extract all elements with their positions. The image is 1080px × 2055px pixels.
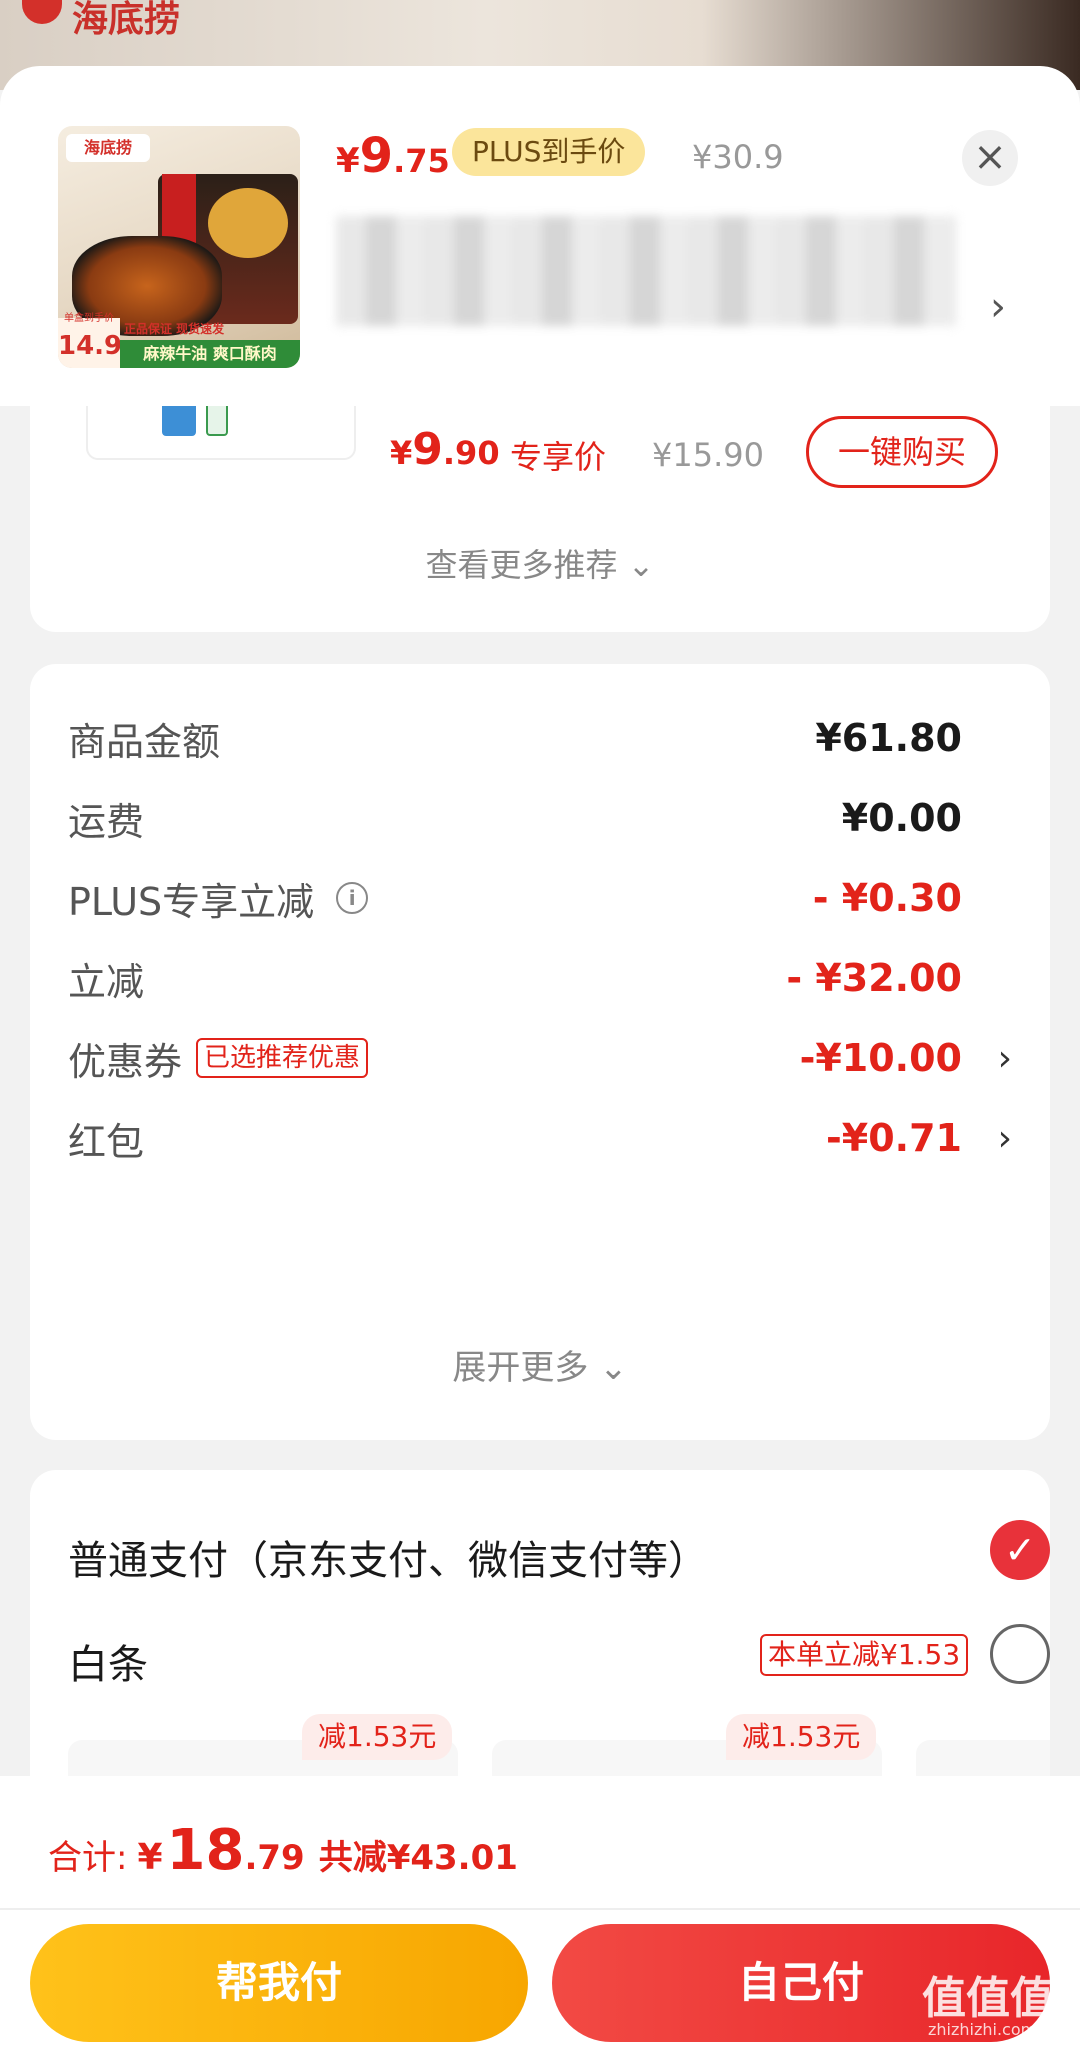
divider bbox=[0, 1908, 1080, 1910]
thumb-guarantee-text: 正品保证 现货速发 bbox=[124, 322, 225, 336]
product-title-blurred[interactable] bbox=[336, 216, 956, 326]
help-me-pay-button[interactable]: 帮我付 bbox=[30, 1924, 528, 2042]
one-click-buy-button[interactable]: 一键购买 bbox=[806, 416, 998, 488]
thumb-price-value: 14.9 bbox=[58, 331, 123, 361]
total-decimal: .79 bbox=[244, 1838, 305, 1878]
row-value: - ¥0.30 bbox=[812, 876, 962, 920]
product-popup-header: 海底捞 正品保证 现货速发 单盒到手价 14.9 麻辣牛油 爽口酥肉 ¥ 9 .… bbox=[0, 66, 1080, 406]
product-thumbnail[interactable]: 海底捞 正品保证 现货速发 单盒到手价 14.9 麻辣牛油 爽口酥肉 bbox=[58, 126, 300, 368]
order-total: 合计: ¥ 18 .79 共减¥43.01 bbox=[48, 1818, 518, 1883]
total-label: 合计: bbox=[48, 1838, 128, 1878]
total-integer: 18 bbox=[166, 1818, 245, 1883]
plus-price: ¥ 9 .75 bbox=[336, 128, 450, 184]
recommendation-card: ¥ 9 .90 专享价 ¥15.90 一键购买 查看更多推荐 ⌄ bbox=[30, 380, 1050, 632]
row-label: 商品金额 bbox=[68, 719, 221, 764]
price-integer: 9 bbox=[359, 128, 394, 184]
close-button[interactable]: × bbox=[962, 130, 1018, 186]
thumb-brand-logo: 海底捞 bbox=[66, 134, 150, 162]
plus-discount-row: PLUS专享立减 i - ¥0.30 bbox=[68, 868, 1012, 928]
checkout-bar: 合计: ¥ 18 .79 共减¥43.01 帮我付 自己付 值值值 zhizhi… bbox=[0, 1776, 1080, 2055]
info-icon[interactable]: i bbox=[336, 882, 369, 914]
row-label: PLUS专享立减 bbox=[68, 879, 315, 924]
site-watermark-url: zhizhizhi.com bbox=[928, 2020, 1037, 2039]
red-packet-row[interactable]: 红包 -¥0.71 › bbox=[68, 1108, 1012, 1168]
thumb-price-tag: 单盒到手价 14.9 bbox=[58, 313, 123, 368]
site-watermark: 值值值 bbox=[922, 1973, 1054, 2024]
thumb-price-mini-label: 单盒到手价 bbox=[64, 313, 114, 324]
original-price: ¥30.9 bbox=[692, 138, 784, 176]
normal-payment-option[interactable]: 普通支付（京东支付、微信支付等） ✓ bbox=[68, 1520, 1050, 1584]
price-decimal: .75 bbox=[393, 142, 450, 180]
row-value: ¥61.80 bbox=[815, 716, 962, 760]
radio-checked-icon[interactable]: ✓ bbox=[990, 1520, 1050, 1580]
instant-discount-row: 立减 - ¥32.00 bbox=[68, 948, 1012, 1008]
installment-discount-badge: 减1.53元 bbox=[726, 1714, 877, 1760]
recommended-coupon-tag: 已选推荐优惠 bbox=[196, 1038, 369, 1078]
chevron-right-icon[interactable]: › bbox=[998, 1118, 1012, 1159]
more-recommendations-link[interactable]: 查看更多推荐 ⌄ bbox=[30, 540, 1050, 586]
shipping-row: 运费 ¥0.00 bbox=[68, 788, 1012, 848]
payment-option-label: 白条 bbox=[68, 1642, 148, 1688]
price-currency: ¥ bbox=[336, 141, 360, 181]
goods-amount-row: 商品金额 ¥61.80 bbox=[68, 708, 1012, 768]
row-label: 立减 bbox=[68, 959, 145, 1004]
baitiao-payment-option[interactable]: 白条 本单立减¥1.53 bbox=[68, 1624, 1050, 1688]
row-value: ¥0.00 bbox=[841, 796, 962, 840]
chevron-right-icon[interactable]: › bbox=[998, 1038, 1012, 1079]
radio-unchecked-icon[interactable] bbox=[990, 1624, 1050, 1684]
total-saved: 共减¥43.01 bbox=[318, 1838, 518, 1878]
baitiao-promo-tag: 本单立减¥1.53 bbox=[760, 1634, 969, 1676]
row-value: -¥10.00 bbox=[799, 1036, 962, 1080]
installment-discount-badge: 减1.53元 bbox=[302, 1714, 453, 1760]
rec-price-integer: 9 bbox=[412, 424, 443, 475]
expand-more-link[interactable]: 展开更多 ⌄ bbox=[30, 1340, 1050, 1389]
row-value: - ¥32.00 bbox=[786, 956, 962, 1000]
payment-method-card: 普通支付（京东支付、微信支付等） ✓ 白条 本单立减¥1.53 减1.53元 减… bbox=[30, 1470, 1050, 1790]
recommended-price: ¥ 9 .90 bbox=[390, 424, 500, 475]
row-label: 优惠券 bbox=[68, 1039, 183, 1084]
price-detail-card: 商品金额 ¥61.80 运费 ¥0.00 PLUS专享立减 i - ¥0.30 … bbox=[30, 664, 1050, 1440]
coupon-row[interactable]: 优惠券 已选推荐优惠 -¥10.00 › bbox=[68, 1028, 1012, 1088]
brand-name: 海底捞 bbox=[72, 0, 181, 40]
box-food bbox=[208, 188, 288, 258]
row-value: -¥0.71 bbox=[826, 1116, 962, 1160]
row-label: 红包 bbox=[68, 1119, 145, 1164]
rec-price-currency: ¥ bbox=[390, 434, 413, 472]
brand-logo-icon bbox=[22, 0, 62, 24]
exclusive-price-label: 专享价 bbox=[510, 438, 607, 476]
recommended-original-price: ¥15.90 bbox=[652, 436, 764, 474]
thumb-slogan: 麻辣牛油 爽口酥肉 bbox=[120, 340, 300, 368]
payment-option-label: 普通支付（京东支付、微信支付等） bbox=[68, 1538, 708, 1584]
chevron-right-icon[interactable]: › bbox=[990, 284, 1006, 330]
rec-price-decimal: .90 bbox=[442, 434, 500, 472]
row-label: 运费 bbox=[68, 799, 145, 844]
plus-price-badge: PLUS到手价 bbox=[452, 128, 646, 176]
total-currency: ¥ bbox=[137, 1837, 163, 1878]
